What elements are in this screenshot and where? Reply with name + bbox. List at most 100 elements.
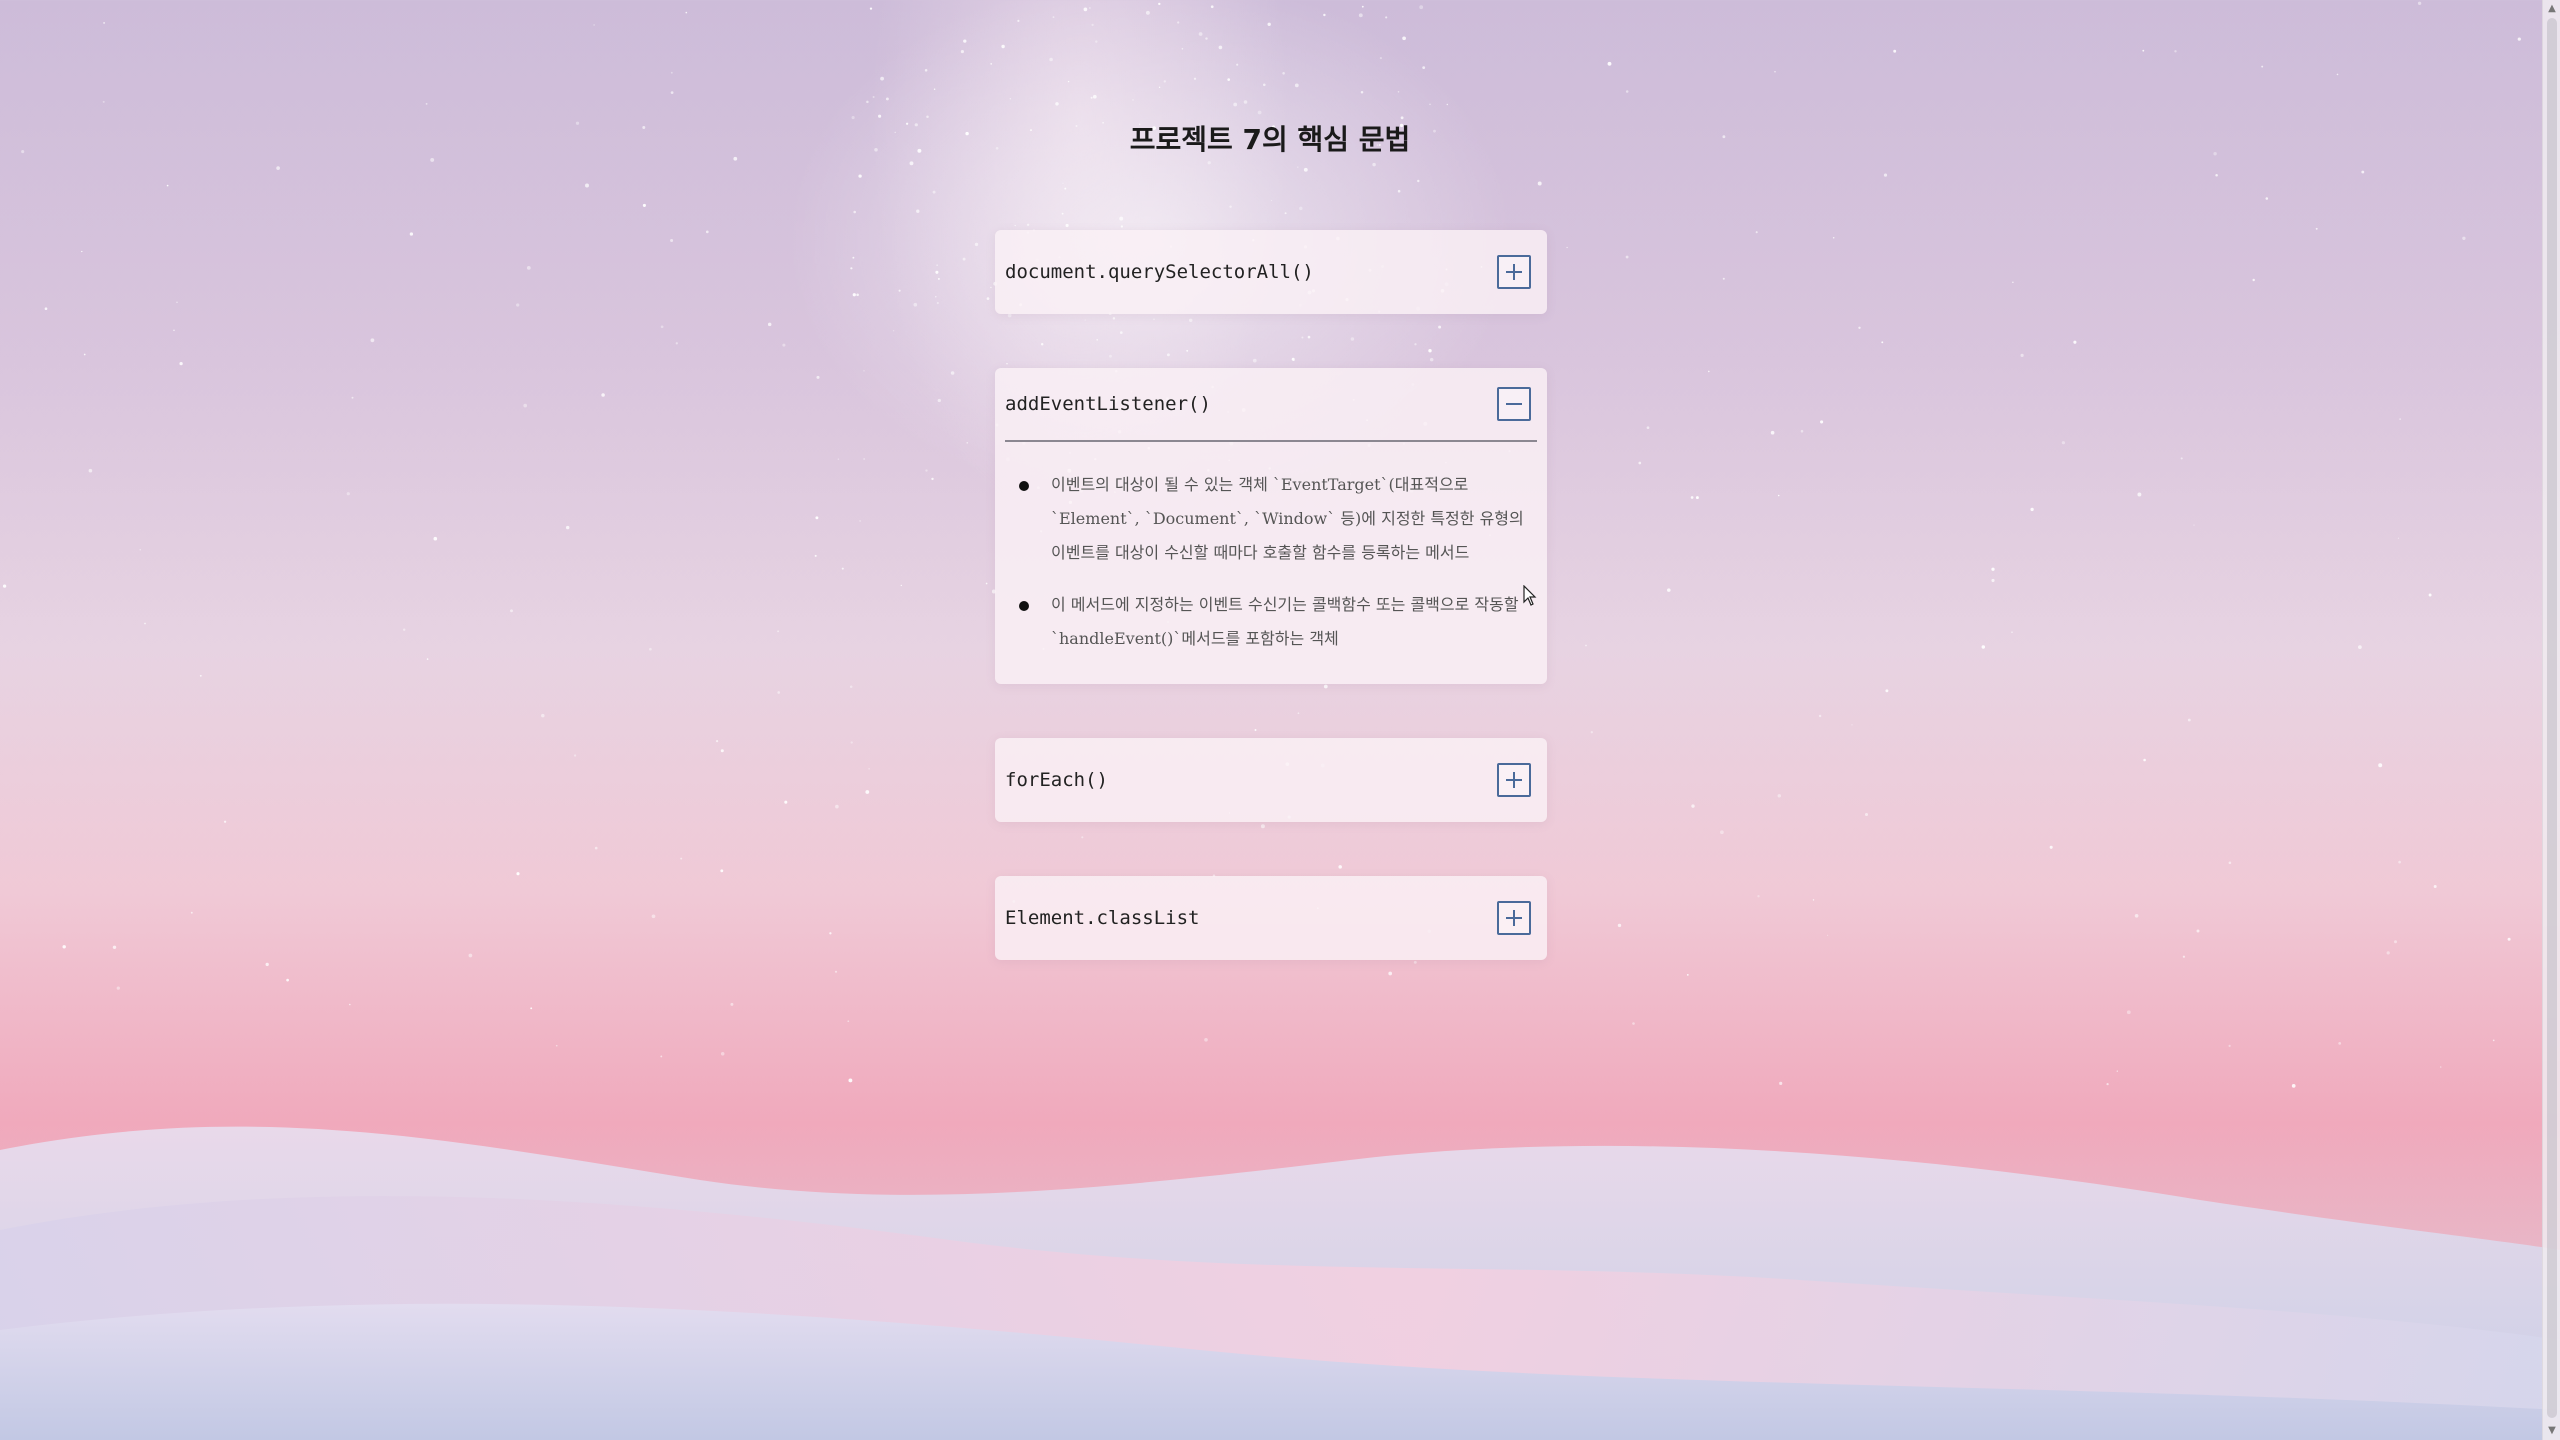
accordion-content: 이벤트의 대상이 될 수 있는 객체 `EventTarget`(대표적으로 `… [1005, 442, 1537, 684]
star-dot [1055, 102, 1059, 106]
star-dot [433, 536, 438, 541]
star-dot [409, 232, 414, 236]
star-dot [1090, 96, 1093, 99]
star-dot [777, 630, 780, 633]
star-dot [523, 403, 528, 408]
expand-button[interactable] [1497, 255, 1531, 289]
star-dot [574, 754, 577, 757]
star-dot [1757, 895, 1760, 898]
accordion-header-foreach[interactable]: forEach() [1005, 738, 1537, 822]
star-dot [990, 286, 992, 289]
star-dot [685, 11, 688, 14]
expand-button[interactable] [1497, 763, 1531, 797]
star-dot [1625, 90, 1629, 93]
star-dot [1722, 277, 1725, 280]
star-dot [847, 1020, 850, 1023]
accordion-header-queryselectorall[interactable]: document.querySelectorAll() [1005, 230, 1537, 314]
star-dot [852, 256, 855, 259]
star-dot [102, 100, 105, 103]
star-dot [720, 869, 724, 873]
star-dot [863, 458, 865, 460]
star-dot [885, 97, 889, 101]
star-dot [601, 393, 605, 397]
star-dot [1858, 326, 1861, 329]
accordion-item-queryselectorall: document.querySelectorAll() [995, 230, 1547, 314]
star-dot [179, 361, 183, 366]
star-dot [286, 978, 289, 982]
star-dot [924, 69, 928, 72]
star-dot [139, 549, 141, 551]
vertical-scrollbar[interactable]: ▲ ▼ [2542, 0, 2560, 1440]
star-dot [925, 469, 928, 472]
list-item: 이 메서드에 지정하는 이벤트 수신기는 콜백함수 또는 콜백으로 작동할 `h… [1011, 588, 1531, 656]
accordion-title: forEach() [1005, 769, 1108, 791]
star-dot [370, 338, 375, 343]
star-dot [865, 790, 870, 794]
star-dot [510, 609, 513, 613]
star-dot [1064, 187, 1067, 190]
star-dot [937, 398, 941, 403]
star-dot [199, 674, 202, 677]
star-dot [2358, 645, 2362, 649]
star-dot [2, 584, 7, 588]
star-dot [1832, 236, 1835, 239]
star-dot [1690, 496, 1694, 499]
star-dot [1236, 63, 1239, 66]
expand-button[interactable] [1497, 901, 1531, 935]
snow-dunes [0, 1126, 2560, 1440]
star-dot [1009, 98, 1011, 100]
star-dot [937, 277, 940, 280]
star-dot [2143, 758, 2146, 762]
star-dot [1981, 645, 1986, 649]
star-dot [2398, 860, 2401, 864]
star-dot [526, 266, 531, 270]
accordion-title: addEventListener() [1005, 393, 1211, 415]
star-dot [1181, 47, 1184, 50]
star-dot [565, 525, 570, 530]
scroll-down-arrow-icon[interactable]: ▼ [2543, 1422, 2560, 1440]
star-dot [1818, 714, 1822, 718]
star-dot [675, 342, 678, 345]
star-dot [868, 767, 870, 770]
star-dot [1537, 181, 1542, 186]
scrollbar-thumb[interactable] [2547, 18, 2557, 1418]
star-dot [670, 238, 674, 243]
star-dot [850, 741, 853, 744]
star-dot [1267, 22, 1271, 26]
star-dot [1049, 57, 1053, 62]
collapse-button[interactable] [1497, 387, 1531, 421]
star-dot [935, 296, 937, 298]
star-dot [1158, 86, 1161, 88]
star-dot [1095, 40, 1098, 43]
star-dot [425, 102, 428, 105]
star-dot [1991, 578, 1995, 583]
star-dot [1720, 830, 1724, 835]
accordion-title: document.querySelectorAll() [1005, 261, 1314, 283]
star-dot [1827, 934, 1829, 936]
star-dot [1851, 724, 1853, 726]
accordion-header-addeventlistener[interactable]: addEventListener() [1005, 368, 1537, 442]
list-item: 이벤트의 대상이 될 수 있는 객체 `EventTarget`(대표적으로 `… [1011, 468, 1531, 570]
star-dot [112, 945, 117, 950]
star-dot [2315, 227, 2318, 230]
star-dot [1625, 255, 1629, 259]
star-dot [1397, 189, 1401, 193]
star-dot [916, 209, 920, 213]
star-dot [173, 329, 175, 332]
star-dot [2261, 65, 2264, 68]
star-dot [1294, 83, 1299, 88]
star-dot [190, 911, 193, 914]
star-dot [2394, 940, 2397, 944]
scroll-up-arrow-icon[interactable]: ▲ [2543, 0, 2560, 18]
star-dot [1686, 973, 1689, 976]
star-dot [1120, 225, 1124, 228]
star-dot [144, 622, 146, 625]
star-dot [2336, 73, 2339, 76]
star-dot [767, 322, 772, 327]
star-dot [530, 1007, 533, 1010]
star-dot [1646, 426, 1650, 430]
star-dot [782, 343, 786, 347]
star-dot [1204, 1037, 1208, 1042]
accordion-header-classlist[interactable]: Element.classList [1005, 876, 1537, 960]
star-dot [829, 932, 832, 935]
